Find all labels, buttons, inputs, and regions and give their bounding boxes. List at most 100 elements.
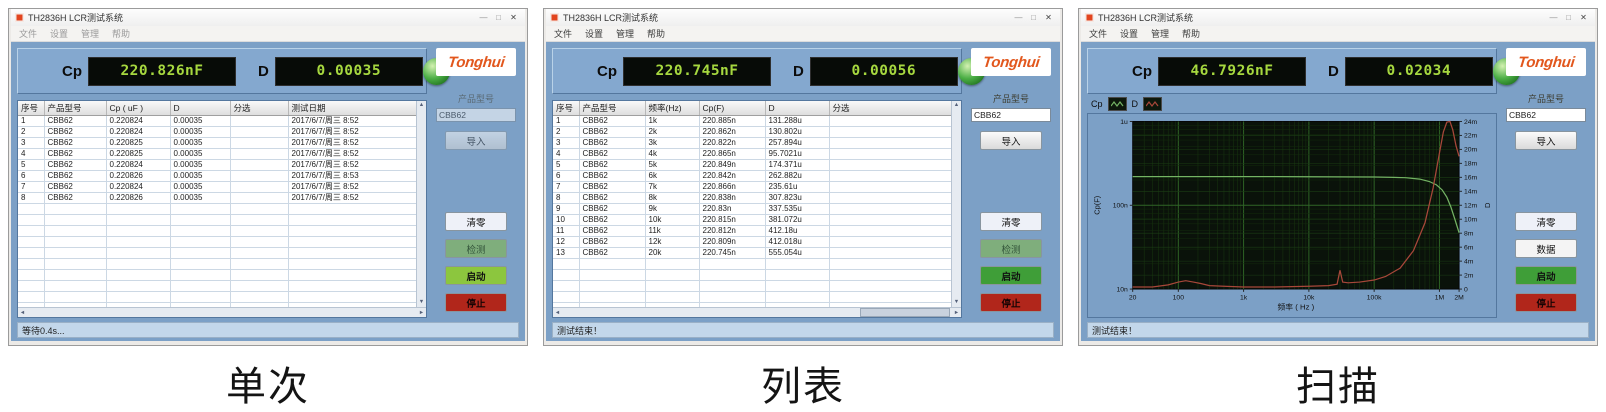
stop-button[interactable]: 停止 [1515, 293, 1577, 312]
titlebar[interactable]: TH2836H LCR测试系统 — □ ✕ [1081, 9, 1595, 26]
close-button[interactable]: ✕ [1041, 10, 1056, 25]
table-row[interactable]: 2 CBB62 2k 220.862n 130.802u [553, 127, 952, 138]
menu-file[interactable]: 文件 [19, 27, 37, 40]
scroll-right-icon[interactable]: ► [952, 310, 961, 316]
close-button[interactable]: ✕ [1576, 10, 1591, 25]
scroll-up-icon[interactable]: ▲ [419, 101, 424, 110]
table-row[interactable]: 1 CBB62 0.220824 0.00035 2017/6/7/周三 8:5… [18, 116, 417, 127]
cp-curve-icon[interactable] [1108, 97, 1127, 111]
product-model-input[interactable] [1506, 108, 1586, 122]
vertical-scrollbar[interactable]: ▲▼ [416, 101, 426, 307]
table-row[interactable]: 13 CBB62 20k 220.745n 555.054u [553, 248, 952, 259]
start-button[interactable]: 启动 [980, 266, 1042, 285]
column-header: 序号 [18, 101, 44, 116]
menu-manage[interactable]: 管理 [1151, 27, 1169, 40]
maximize-button[interactable]: □ [1561, 10, 1576, 25]
table-row[interactable]: 8 CBB62 0.220826 0.00035 2017/6/7/周三 8:5… [18, 193, 417, 204]
svg-text:1M: 1M [1435, 294, 1444, 301]
test-button[interactable]: 检测 [445, 239, 507, 258]
scroll-up-icon[interactable]: ▲ [954, 101, 959, 110]
minimize-button[interactable]: — [476, 10, 491, 25]
table-row[interactable]: 4 CBB62 0.220825 0.00035 2017/6/7/周三 8:5… [18, 149, 417, 160]
menu-settings[interactable]: 设置 [585, 27, 603, 40]
clear-button[interactable]: 清零 [445, 212, 507, 231]
close-button[interactable]: ✕ [506, 10, 521, 25]
stop-button[interactable]: 停止 [445, 293, 507, 312]
table-row[interactable]: 2 CBB62 0.220824 0.00035 2017/6/7/周三 8:5… [18, 127, 417, 138]
menu-file[interactable]: 文件 [554, 27, 572, 40]
table-row[interactable]: 11 CBB62 11k 220.812n 412.18u [553, 226, 952, 237]
import-button[interactable]: 导入 [445, 131, 507, 150]
table-row[interactable]: 7 CBB62 0.220824 0.00035 2017/6/7/周三 8:5… [18, 182, 417, 193]
minimize-button[interactable]: — [1546, 10, 1561, 25]
table-row[interactable]: 12 CBB62 12k 220.809n 412.018u [553, 237, 952, 248]
tab-cp-label[interactable]: Cp [1091, 99, 1103, 109]
titlebar[interactable]: TH2836H LCR测试系统 — □ ✕ [546, 9, 1060, 26]
scroll-left-icon[interactable]: ◄ [18, 310, 27, 316]
table-row[interactable]: 4 CBB62 4k 220.865n 95.7021u [553, 149, 952, 160]
menu-help[interactable]: 帮助 [112, 27, 130, 40]
horizontal-scrollbar[interactable]: ◄► [18, 307, 426, 317]
product-model-input[interactable] [971, 108, 1051, 122]
table-row[interactable]: 3 CBB62 3k 220.822n 257.894u [553, 138, 952, 149]
table-row[interactable]: 10 CBB62 10k 220.815n 381.072u [553, 215, 952, 226]
import-button[interactable]: 导入 [980, 131, 1042, 150]
vertical-scrollbar[interactable]: ▲▼ [951, 101, 961, 307]
menubar: 文件 设置 管理 帮助 [546, 26, 1060, 42]
table-row[interactable]: 6 CBB62 0.220826 0.00035 2017/6/7/周三 8:5… [18, 171, 417, 182]
scroll-down-icon[interactable]: ▼ [954, 298, 959, 307]
titlebar[interactable]: TH2836H LCR测试系统 — □ ✕ [11, 9, 525, 26]
test-button[interactable]: 检测 [980, 239, 1042, 258]
table-row[interactable]: 8 CBB62 8k 220.838n 307.823u [553, 193, 952, 204]
horizontal-scrollbar[interactable]: ◄► [553, 307, 961, 317]
clear-button[interactable]: 清零 [980, 212, 1042, 231]
menu-settings[interactable]: 设置 [50, 27, 68, 40]
d-label: D [793, 63, 804, 80]
table-row[interactable]: 6 CBB62 6k 220.842n 262.882u [553, 171, 952, 182]
d-value-lcd: 0.00056 [810, 57, 958, 86]
scroll-down-icon[interactable]: ▼ [419, 298, 424, 307]
table-row[interactable]: 5 CBB62 5k 220.849n 174.371u [553, 160, 952, 171]
menu-file[interactable]: 文件 [1089, 27, 1107, 40]
maximize-button[interactable]: □ [491, 10, 506, 25]
svg-text:6m: 6m [1464, 245, 1474, 252]
start-button[interactable]: 启动 [445, 266, 507, 285]
tab-d-label[interactable]: D [1132, 99, 1139, 109]
product-model-input[interactable] [436, 108, 516, 122]
cp-value-lcd: 220.745nF [623, 57, 771, 86]
sweep-chart-svg: 201001k10k100k1M2M1u100n10n02m4m6m8m10m1… [1088, 114, 1496, 317]
app-window-list: TH2836H LCR测试系统 — □ ✕ 文件 设置 管理 帮助 Cp 220… [543, 8, 1063, 346]
column-header: 产品型号 [44, 101, 106, 116]
menu-help[interactable]: 帮助 [647, 27, 665, 40]
menubar: 文件 设置 管理 帮助 [11, 26, 525, 42]
data-button[interactable]: 数据 [1515, 239, 1577, 258]
scroll-right-icon[interactable]: ► [417, 310, 426, 316]
table-row[interactable]: 7 CBB62 7k 220.866n 235.61u [553, 182, 952, 193]
menu-manage[interactable]: 管理 [616, 27, 634, 40]
svg-text:22m: 22m [1464, 133, 1478, 140]
table-row[interactable]: 3 CBB62 0.220825 0.00035 2017/6/7/周三 8:5… [18, 138, 417, 149]
stop-button[interactable]: 停止 [980, 293, 1042, 312]
table-row[interactable]: 9 CBB62 9k 220.83n 337.535u [553, 204, 952, 215]
svg-text:100: 100 [1173, 294, 1185, 301]
column-header: 测试日期 [288, 101, 417, 116]
menu-manage[interactable]: 管理 [81, 27, 99, 40]
minimize-button[interactable]: — [1011, 10, 1026, 25]
app-window-single: TH2836H LCR测试系统 — □ ✕ 文件 设置 管理 帮助 Cp 220… [8, 8, 528, 346]
windows-row: TH2836H LCR测试系统 — □ ✕ 文件 设置 管理 帮助 Cp 220… [0, 0, 1606, 346]
start-button[interactable]: 启动 [1515, 266, 1577, 285]
menu-help[interactable]: 帮助 [1182, 27, 1200, 40]
maximize-button[interactable]: □ [1026, 10, 1041, 25]
import-button[interactable]: 导入 [1515, 131, 1577, 150]
d-curve-icon[interactable] [1143, 97, 1162, 111]
scroll-thumb[interactable] [860, 308, 950, 317]
scroll-left-icon[interactable]: ◄ [553, 310, 562, 316]
table-row[interactable]: 5 CBB62 0.220824 0.00035 2017/6/7/周三 8:5… [18, 160, 417, 171]
menu-settings[interactable]: 设置 [1120, 27, 1138, 40]
column-header: 产品型号 [579, 101, 645, 116]
table-empty-row [18, 270, 417, 281]
column-header: 频率(Hz) [645, 101, 699, 116]
table-row[interactable]: 1 CBB62 1k 220.885n 131.288u [553, 116, 952, 127]
column-header: D [170, 101, 230, 116]
clear-button[interactable]: 清零 [1515, 212, 1577, 231]
